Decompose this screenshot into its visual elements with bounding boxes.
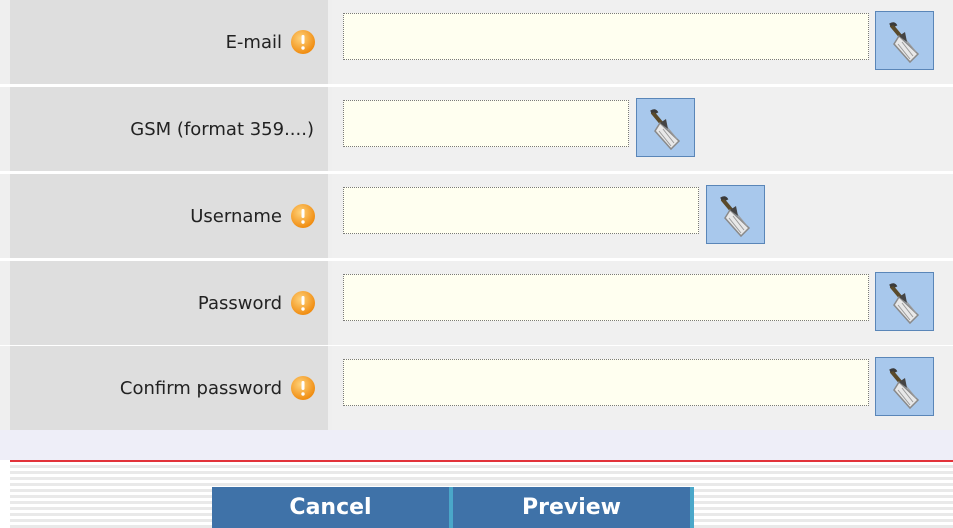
label-cell-password: Password bbox=[10, 261, 328, 345]
input-cell-password bbox=[332, 261, 953, 345]
required-icon bbox=[291, 291, 315, 315]
password-label: Password bbox=[197, 292, 282, 314]
input-cell-email bbox=[332, 0, 953, 84]
required-icon bbox=[291, 376, 315, 400]
clear-confirm-password-button[interactable] bbox=[875, 357, 934, 416]
gsm-label: GSM (format 359....) bbox=[130, 118, 314, 140]
email-label: E-mail bbox=[225, 31, 282, 53]
action-bar: Cancel Preview bbox=[10, 462, 953, 528]
password-input[interactable] bbox=[343, 274, 869, 321]
confirm-password-input[interactable] bbox=[343, 359, 869, 406]
form-row-email: E-mail bbox=[0, 0, 953, 84]
gsm-input[interactable] bbox=[343, 100, 629, 147]
form-row-password: Password bbox=[0, 261, 953, 345]
clear-password-button[interactable] bbox=[875, 272, 934, 331]
input-cell-username bbox=[332, 174, 953, 258]
label-cell-gsm: GSM (format 359....) bbox=[10, 87, 328, 171]
clear-username-button[interactable] bbox=[706, 185, 765, 244]
input-cell-gsm bbox=[332, 87, 953, 171]
clear-email-button[interactable] bbox=[875, 11, 934, 70]
broom-icon bbox=[888, 22, 919, 64]
required-icon bbox=[291, 30, 315, 54]
broom-icon bbox=[649, 109, 680, 151]
username-label: Username bbox=[190, 205, 282, 227]
broom-icon bbox=[888, 283, 919, 325]
label-cell-email: E-mail bbox=[10, 0, 328, 84]
form-row-confirm-password: Confirm password bbox=[0, 346, 953, 430]
button-divider bbox=[690, 487, 694, 528]
confirm-password-label: Confirm password bbox=[119, 377, 282, 399]
form-row-gsm: GSM (format 359....) bbox=[0, 87, 953, 171]
cancel-button[interactable]: Cancel bbox=[212, 487, 449, 528]
form-spacer bbox=[0, 430, 953, 460]
label-cell-username: Username bbox=[10, 174, 328, 258]
input-cell-confirm-password bbox=[332, 346, 953, 430]
email-input[interactable] bbox=[343, 13, 869, 60]
broom-icon bbox=[719, 196, 750, 238]
clear-gsm-button[interactable] bbox=[636, 98, 695, 157]
form-row-username: Username bbox=[0, 174, 953, 258]
username-input[interactable] bbox=[343, 187, 699, 234]
label-cell-confirm-password: Confirm password bbox=[10, 346, 328, 430]
preview-button[interactable]: Preview bbox=[453, 487, 690, 528]
broom-icon bbox=[888, 368, 919, 410]
required-icon bbox=[291, 204, 315, 228]
